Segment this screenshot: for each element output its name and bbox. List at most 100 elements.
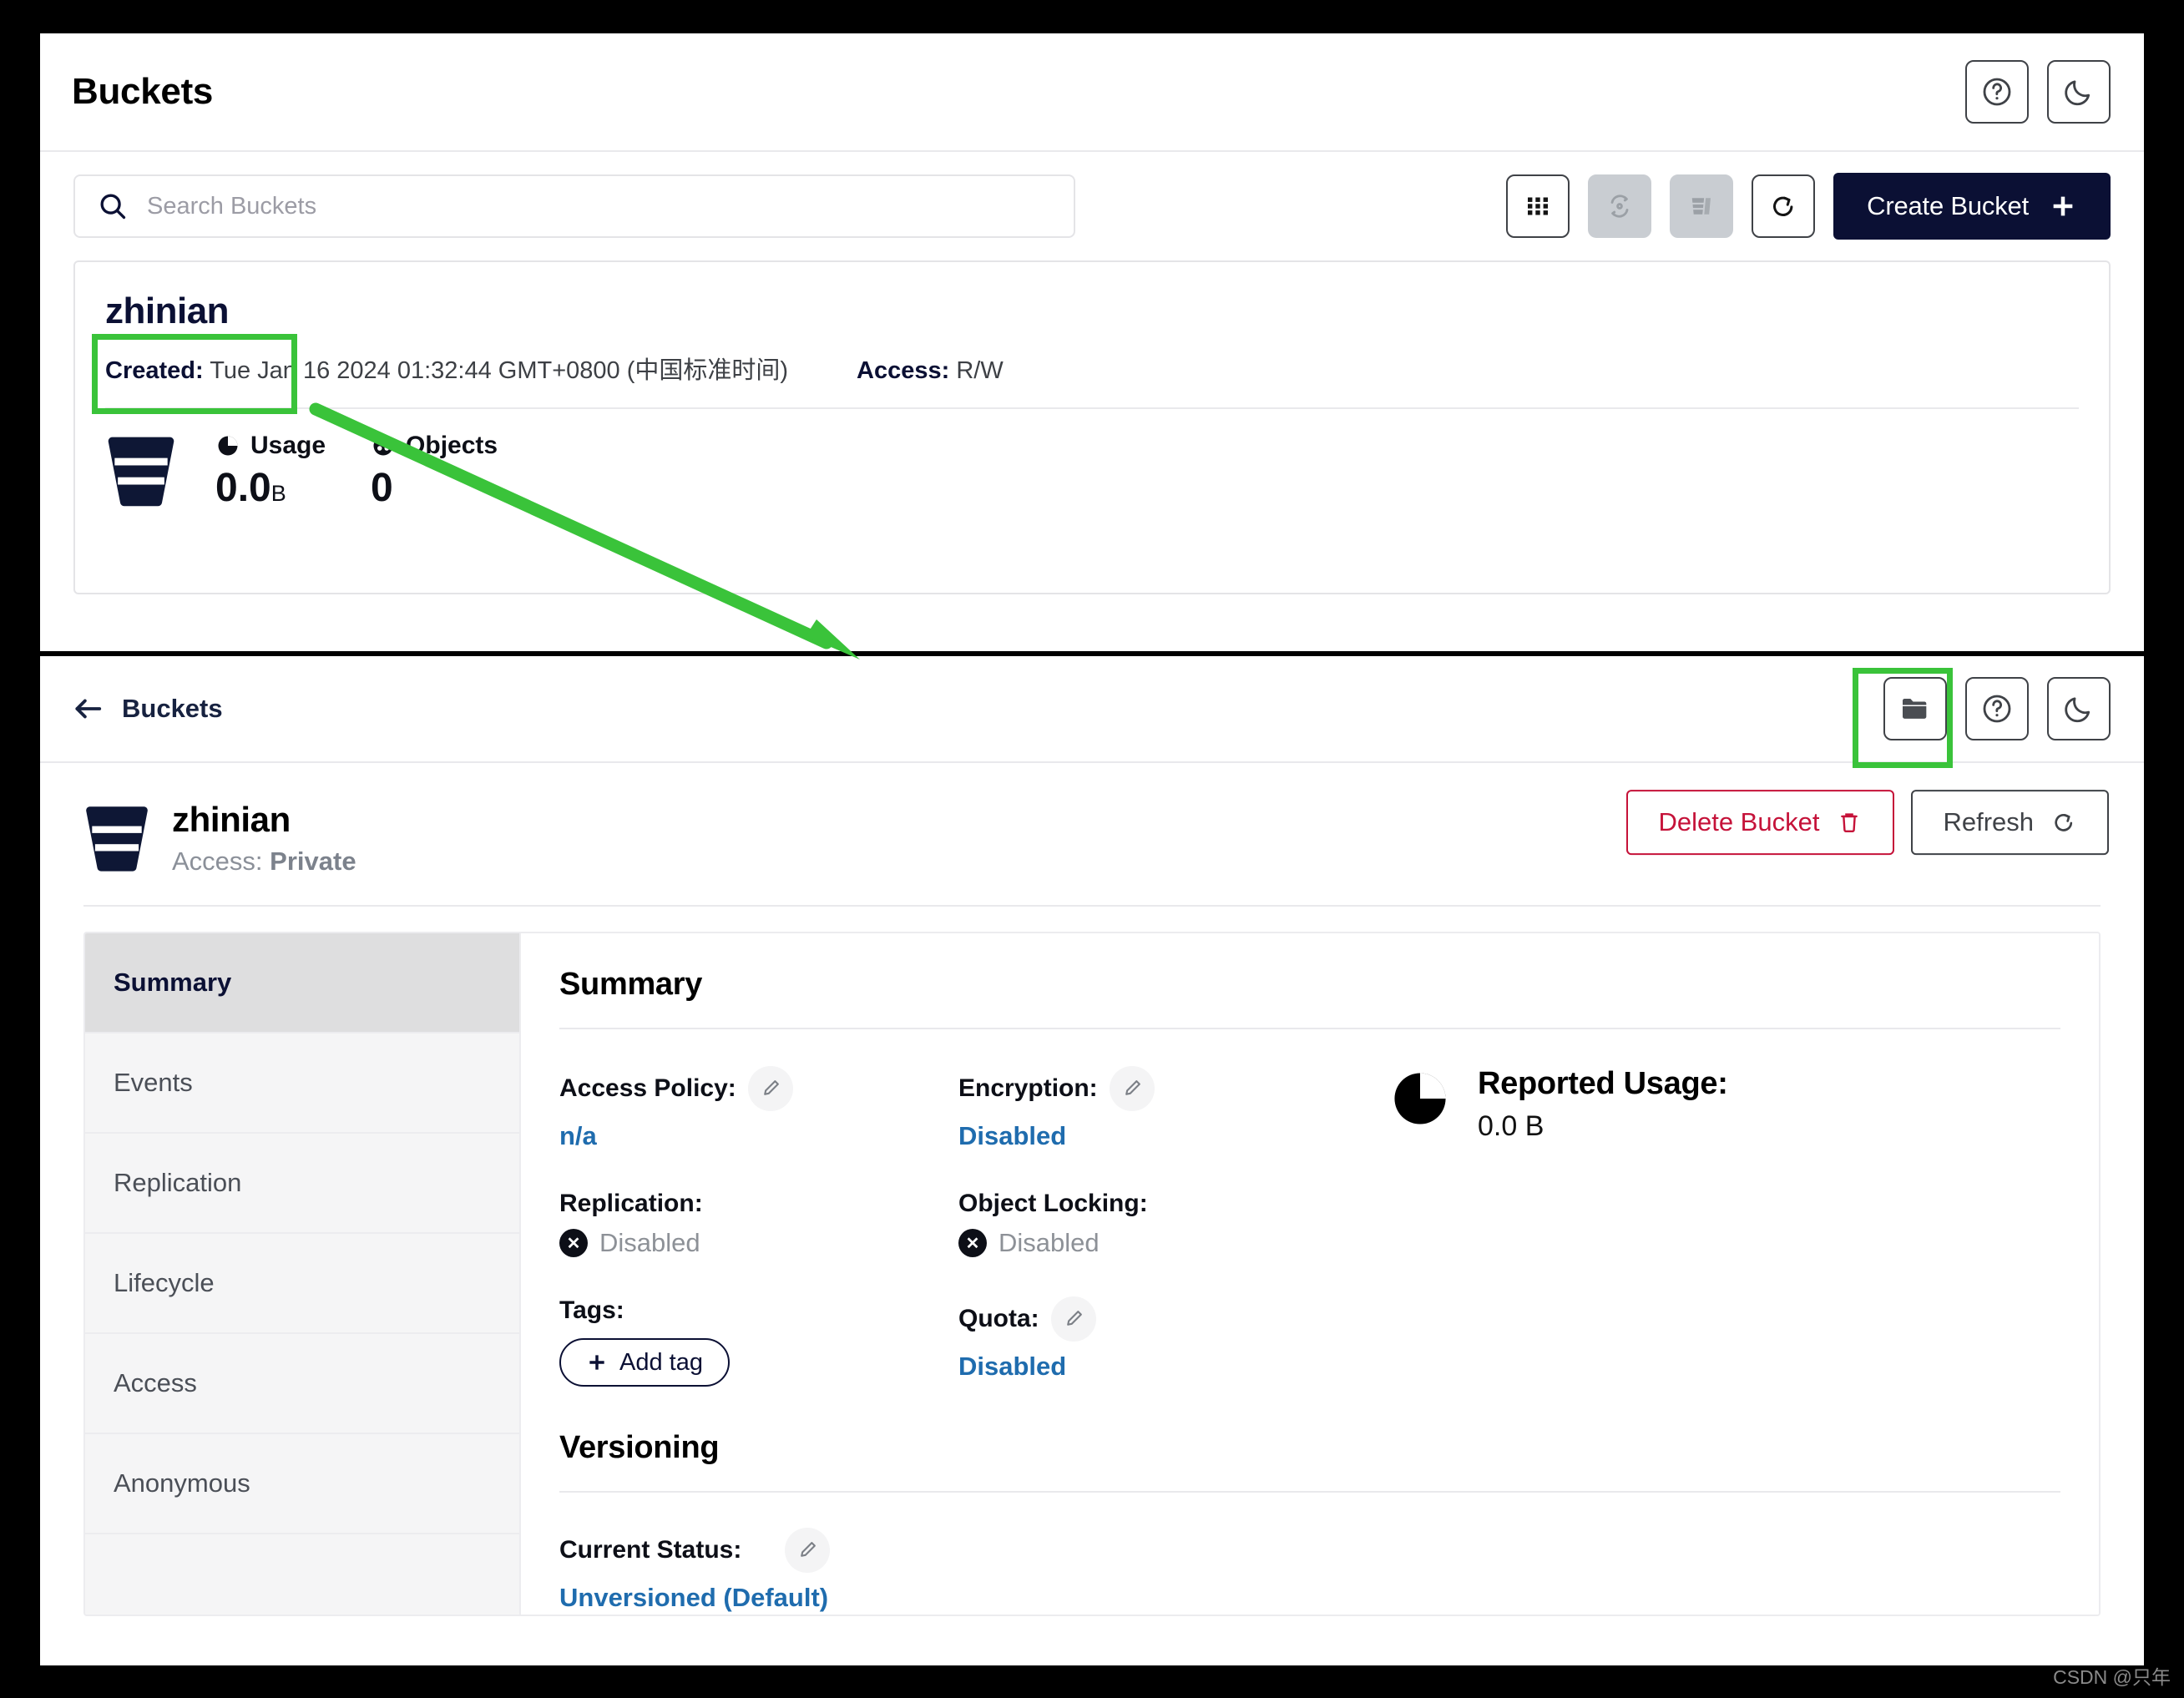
objects-stat-label: Objects [371,432,498,460]
quota-label-row: Quota: [958,1296,1357,1342]
object-browser-button[interactable] [1883,677,1947,740]
refresh-button[interactable] [1752,174,1816,238]
toolbar-right-actions: Create Bucket [1506,173,2111,240]
sidebar-item-label: Access [114,1368,197,1397]
delete-selected-buckets-button[interactable] [1670,174,1734,238]
delete-bucket-button[interactable]: Delete Bucket [1626,790,1895,856]
search-buckets-box[interactable] [73,174,1075,238]
page-title: Buckets [72,71,214,112]
object-locking-value-row: ✕ Disabled [958,1228,1357,1258]
search-input[interactable] [147,192,1052,220]
sidebar-item-extra[interactable] [85,1534,519,1615]
object-locking-value: Disabled [998,1228,1100,1257]
sidebar-item-events[interactable]: Events [85,1033,519,1134]
sidebar-item-access[interactable]: Access [85,1334,519,1434]
created-label: Created: [105,357,204,384]
grid-view-button[interactable] [1506,174,1570,238]
access-policy-field: Access Policy: n/a [559,1066,958,1151]
dark-mode-toggle-button[interactable] [2047,677,2111,740]
access-policy-value[interactable]: n/a [559,1121,958,1151]
replication-label-row: Replication: [559,1190,958,1218]
refresh-label: Refresh [1943,807,2034,837]
stats-group: Usage 0.0B Objects 0 [215,432,498,511]
refresh-icon [1773,196,1793,216]
quota-field: Quota: Disabled [958,1296,1357,1382]
tags-label-row: Tags: [559,1296,958,1325]
edit-quota-button[interactable] [1050,1296,1096,1342]
access-policy-label-row: Access Policy: [559,1066,958,1111]
csdn-watermark: CSDN @只年 [2053,1666,2171,1688]
pencil-icon [1125,1080,1140,1095]
add-tag-button[interactable]: Add tag [559,1338,730,1387]
usage-number: 0.0 [215,465,271,510]
create-bucket-button[interactable]: Create Bucket [1833,173,2111,240]
help-icon-button[interactable] [1965,677,2029,740]
sidebar-item-anonymous[interactable]: Anonymous [85,1434,519,1534]
bucket-card-stats: Usage 0.0B Objects 0 [75,409,2109,511]
bucket-title-text: zhinian Access: Private [172,800,356,877]
edit-versioning-button[interactable] [785,1528,831,1573]
detail-header-actions [1883,677,2111,740]
usage-stat-value: 0.0B [215,465,326,511]
back-to-buckets-link[interactable]: Buckets [72,694,223,724]
usage-stat: Usage 0.0B [215,432,326,511]
bucket-detail-window: Buckets zhinian Access: Private Delete B… [40,656,2144,1665]
access-policy-label: Access Policy: [559,1074,736,1102]
sidebar-item-lifecycle[interactable]: Lifecycle [85,1234,519,1334]
usage-stat-label: Usage [215,432,326,460]
buckets-toolbar: Create Bucket [40,152,2144,260]
sidebar-item-label: Summary [114,968,232,997]
refresh-bucket-button[interactable]: Refresh [1911,790,2109,856]
trash-icon [1841,813,1858,832]
sidebar-item-label: Anonymous [114,1468,250,1498]
pencil-icon [1066,1311,1082,1326]
moon-icon [2065,697,2090,723]
current-status-value[interactable]: Unversioned (Default) [559,1583,2060,1613]
replication-button[interactable] [1588,174,1652,238]
summary-rule [559,1028,2060,1029]
pie-chart-icon [1394,1073,1446,1124]
sidebar-item-replication[interactable]: Replication [85,1134,519,1234]
quota-label: Quota: [958,1305,1039,1332]
plus-icon [2053,196,2073,216]
replication-label: Replication: [559,1190,703,1217]
object-locking-field: Object Locking: ✕ Disabled [958,1190,1357,1258]
moon-icon [2065,80,2090,106]
sync-icon [1610,195,1629,218]
sidebar-item-summary[interactable]: Summary [85,933,519,1033]
bucket-detail-name: zhinian [172,800,291,839]
encryption-label-row: Encryption: [958,1066,1357,1111]
quota-value[interactable]: Disabled [958,1352,1357,1382]
encryption-value[interactable]: Disabled [958,1121,1357,1151]
summary-heading: Summary [559,967,703,1002]
bucket-detail-access: Access: Private [172,846,356,877]
bucket-card-zhinian[interactable]: zhinian Created: Tue Jan 16 2024 01:32:4… [73,260,2111,594]
help-icon-button[interactable] [1965,60,2029,124]
search-icon [100,194,126,220]
bucket-card-name[interactable]: zhinian [105,291,230,332]
tags-label: Tags: [559,1296,624,1324]
buckets-icon [1691,198,1711,215]
replication-value: Disabled [599,1228,700,1257]
reported-usage-label: Reported Usage: [1478,1066,1728,1101]
usage-unit: B [270,480,286,506]
grid-icon [1528,197,1549,215]
access-label: Access: [857,357,950,384]
reported-usage-text: Reported Usage: 0.0 B [1478,1066,1728,1143]
edit-access-policy-button[interactable] [747,1066,793,1111]
replication-field: Replication: ✕ Disabled [559,1190,958,1258]
objects-stat-value: 0 [371,465,393,510]
edit-encryption-button[interactable] [1109,1066,1155,1111]
bucket-glyph-icon [108,437,174,507]
help-icon [1983,695,2011,723]
delete-bucket-label: Delete Bucket [1658,807,1820,837]
summary-column-left: Access Policy: n/a Replication: ✕ Disabl… [559,1066,958,1425]
object-locking-label: Object Locking: [958,1190,1148,1217]
encryption-label: Encryption: [958,1074,1098,1102]
dark-mode-toggle-button[interactable] [2047,60,2111,124]
access-value: R/W [956,357,1004,384]
summary-column-right: Reported Usage: 0.0 B [1357,1066,2060,1425]
versioning-section: Versioning Current Status: Unversioned (… [559,1430,2060,1613]
versioning-heading: Versioning [559,1430,720,1465]
summary-panel: Summary Access Policy: n/a Replication: … [521,933,2099,1615]
